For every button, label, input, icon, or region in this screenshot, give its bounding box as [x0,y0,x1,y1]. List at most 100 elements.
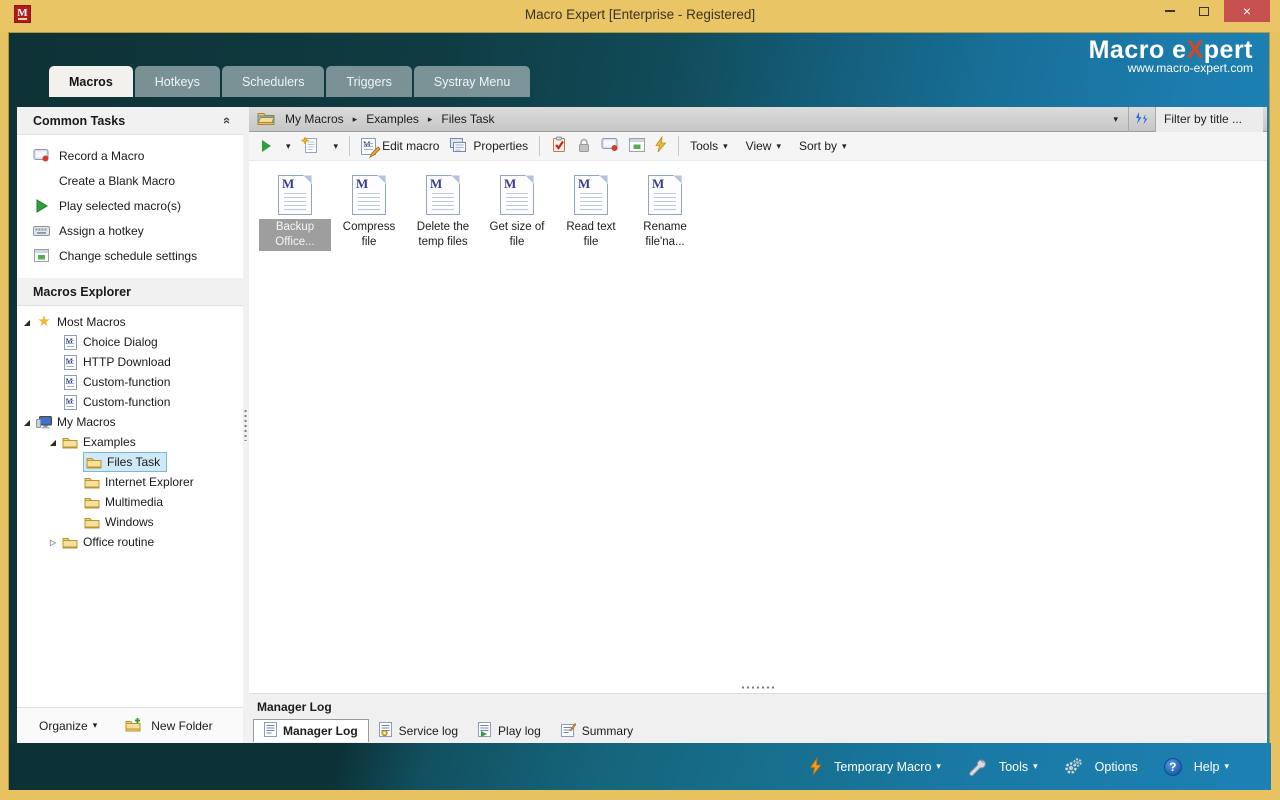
log-tab-play[interactable]: Play log [468,719,551,742]
bottom-bar: Temporary Macro ▾ Tools ▾ Options ? [9,743,1271,790]
tree-label: Choice Dialog [83,335,158,349]
tree-item-custom-function-2[interactable]: M Custom-function [17,392,243,412]
macros-tree: ◢ ★ Most Macros M Choice Dialog M HTTP D… [17,306,243,552]
close-button[interactable]: × [1224,0,1270,22]
maximize-button[interactable] [1190,0,1218,22]
macro-item-read-text-file[interactable]: M Read text file [555,169,627,251]
tree-label: Examples [83,435,136,449]
macro-doc-icon: M [352,175,386,215]
chevron-down-icon: ▾ [286,141,291,152]
macro-label: Get size of file [481,219,553,251]
tools-menu-bottom[interactable]: Tools ▾ [967,757,1038,776]
macro-doc-icon: M [61,354,79,370]
properties-button[interactable]: Properties [444,134,533,158]
log-tab-manager[interactable]: Manager Log [253,719,369,742]
breadcrumb-my-macros[interactable]: My Macros [281,112,348,126]
record-button[interactable] [596,134,624,158]
tree-item-custom-function-1[interactable]: M Custom-function [17,372,243,392]
sort-by-menu[interactable]: Sort by ▾ [794,134,852,158]
macro-label: Backup Office... [259,219,331,251]
play-options-dropdown[interactable]: ▾ [276,134,296,158]
tree-item-most-macros[interactable]: ◢ ★ Most Macros [17,312,243,332]
task-assign-hotkey[interactable]: Assign a hotkey [17,218,243,243]
macro-item-rename-file[interactable]: M Rename file'na... [629,169,701,251]
play-button[interactable] [257,134,276,158]
new-macro-dropdown[interactable]: ▾ [324,134,344,158]
tree-item-windows[interactable]: Windows [17,512,243,532]
task-play-selected[interactable]: Play selected macro(s) [17,193,243,218]
tab-macros[interactable]: Macros [49,66,133,97]
options-button[interactable]: Options [1064,758,1138,775]
macro-item-get-size-of-file[interactable]: M Get size of file [481,169,553,251]
refresh-filter-icon[interactable] [1129,111,1155,127]
macro-doc-icon: M [61,374,79,390]
organize-button[interactable]: Organize ▾ [39,719,97,733]
view-menu[interactable]: View ▾ [741,134,786,158]
tab-hotkeys[interactable]: Hotkeys [135,66,220,97]
temporary-macro-menu[interactable]: Temporary Macro ▾ [809,757,941,776]
tree-item-office-routine[interactable]: ▷ Office routine [17,532,243,552]
chevron-down-icon: ▾ [1033,761,1038,772]
summary-icon [561,722,576,740]
tab-systray-menu[interactable]: Systray Menu [414,66,530,97]
validate-macro-button[interactable] [546,134,572,158]
tree-item-internet-explorer[interactable]: Internet Explorer [17,472,243,492]
wrench-icon [967,757,987,776]
tree-label: Custom-function [83,395,170,409]
brand-logo[interactable]: Macro eXpert www.macro-expert.com [1089,36,1253,75]
chevron-down-icon: ▾ [776,141,781,152]
expander-open-icon[interactable]: ◢ [19,318,35,327]
tree-label: Internet Explorer [105,475,194,489]
breadcrumb-examples[interactable]: Examples [362,112,423,126]
tab-triggers[interactable]: Triggers [326,66,411,97]
tree-item-choice-dialog[interactable]: M Choice Dialog [17,332,243,352]
macro-label: Delete the temp files [407,219,479,251]
trigger-flash-button[interactable] [650,134,672,158]
task-create-blank-macro[interactable]: Create a Blank Macro [17,168,243,193]
tree-item-files-task[interactable]: Files Task [17,452,243,472]
tree-item-multimedia[interactable]: Multimedia [17,492,243,512]
collapse-chevron-icon[interactable]: « [220,117,235,124]
macro-label: Rename file'na... [629,219,701,251]
tree-item-http-download[interactable]: M HTTP Download [17,352,243,372]
lock-macro-button[interactable] [572,134,596,158]
service-log-icon [379,722,393,740]
edit-macro-button[interactable]: M Edit macro [356,134,444,158]
schedule-icon [629,138,645,155]
log-tab-service[interactable]: Service log [369,719,468,742]
task-change-schedule[interactable]: Change schedule settings [17,243,243,268]
macro-item-compress-file[interactable]: M Compress file [333,169,405,251]
breadcrumb-dropdown-icon[interactable]: ▾ [1103,114,1128,125]
tab-schedulers[interactable]: Schedulers [222,66,325,97]
play-log-icon [478,722,492,740]
filter-by-title-input[interactable]: Filter by title ... [1155,107,1263,132]
tree-item-my-macros[interactable]: ◢ My Macros [17,412,243,432]
macro-label: Read text file [555,219,627,251]
macro-grid: M Backup Office... M Compress file M Del… [249,161,1267,683]
tree-label: My Macros [57,415,116,429]
toolbar: ▾ ▾ M Edit macro [249,132,1267,161]
macro-item-delete-temp-files[interactable]: M Delete the temp files [407,169,479,251]
log-tab-summary[interactable]: Summary [551,719,643,742]
macro-item-backup-office[interactable]: M Backup Office... [259,169,331,251]
new-macro-button[interactable] [296,134,324,158]
expander-closed-icon[interactable]: ▷ [45,538,61,547]
macros-explorer-header: Macros Explorer [17,278,243,306]
selected-tree-item: Files Task [83,452,167,472]
gears-icon [1064,758,1083,775]
minimize-button[interactable] [1156,0,1184,22]
task-record-macro[interactable]: Record a Macro [17,143,243,168]
new-folder-button[interactable]: New Folder [125,717,212,735]
tree-label: Windows [105,515,154,529]
expander-open-icon[interactable]: ◢ [45,438,61,447]
expander-open-icon[interactable]: ◢ [19,418,35,427]
breadcrumb-files-task[interactable]: Files Task [437,112,498,126]
help-menu[interactable]: ? Help ▾ [1164,758,1229,776]
tools-menu[interactable]: Tools ▾ [685,134,733,158]
tree-label: Office routine [83,535,154,549]
tree-item-examples[interactable]: ◢ Examples [17,432,243,452]
log-panel-splitter[interactable] [249,683,1267,693]
task-label: Change schedule settings [59,249,197,263]
schedule-button[interactable] [624,134,650,158]
breadcrumb-folder-icon [257,111,275,128]
